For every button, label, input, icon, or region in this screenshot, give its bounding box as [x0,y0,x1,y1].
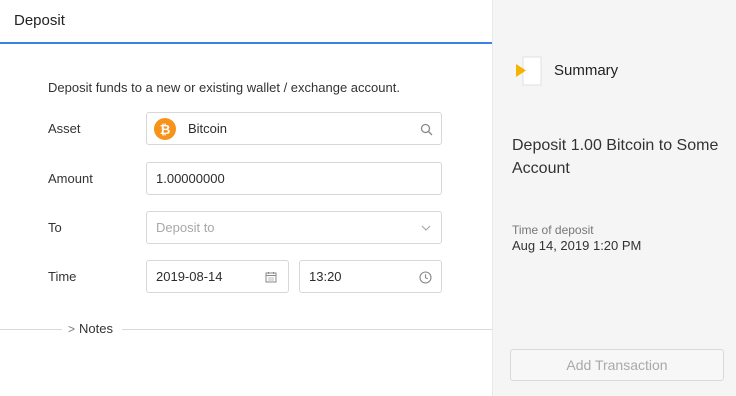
summary-title: Summary [554,62,619,79]
deposit-panel: Deposit Deposit funds to a new or existi… [0,0,492,396]
bitcoin-icon: ₿ [154,118,176,140]
notes-divider-right [122,329,492,330]
chevron-right-icon: > [68,321,76,336]
summary-icon [516,56,542,86]
amount-label: Amount [48,171,93,186]
notes-divider-left [0,329,62,330]
asset-label: Asset [48,121,81,136]
asset-select[interactable]: ₿ Bitcoin [146,112,442,145]
time-of-deposit-label: Time of deposit [512,223,594,237]
time-field[interactable]: 13:20 [299,260,442,293]
date-field[interactable]: 2019-08-14 [146,260,289,293]
amount-field[interactable]: 1.00000000 [146,162,442,195]
deposit-to-select[interactable]: Deposit to [146,211,442,244]
add-transaction-button[interactable]: Add Transaction [510,349,724,381]
chevron-down-icon[interactable] [419,221,433,235]
summary-description: Deposit 1.00 Bitcoin to Some Account [512,137,719,177]
to-label: To [48,220,62,235]
time-label: Time [48,269,77,284]
time-of-deposit-value: Aug 14, 2019 1:20 PM [512,238,642,253]
panel-header: Deposit [0,0,492,44]
notes-toggle[interactable]: > Notes [64,321,117,336]
date-value: 2019-08-14 [156,269,223,284]
intro-text: Deposit funds to a new or existing walle… [48,80,400,95]
search-icon[interactable] [419,122,433,136]
page-title: Deposit [14,12,65,29]
notes-label: Notes [79,321,113,336]
clock-icon[interactable] [418,270,432,284]
asset-value: Bitcoin [188,121,228,136]
time-value-input: 13:20 [309,269,342,284]
amount-value: 1.00000000 [156,171,225,186]
calendar-icon[interactable] [264,270,278,284]
deposit-to-placeholder: Deposit to [156,220,215,235]
